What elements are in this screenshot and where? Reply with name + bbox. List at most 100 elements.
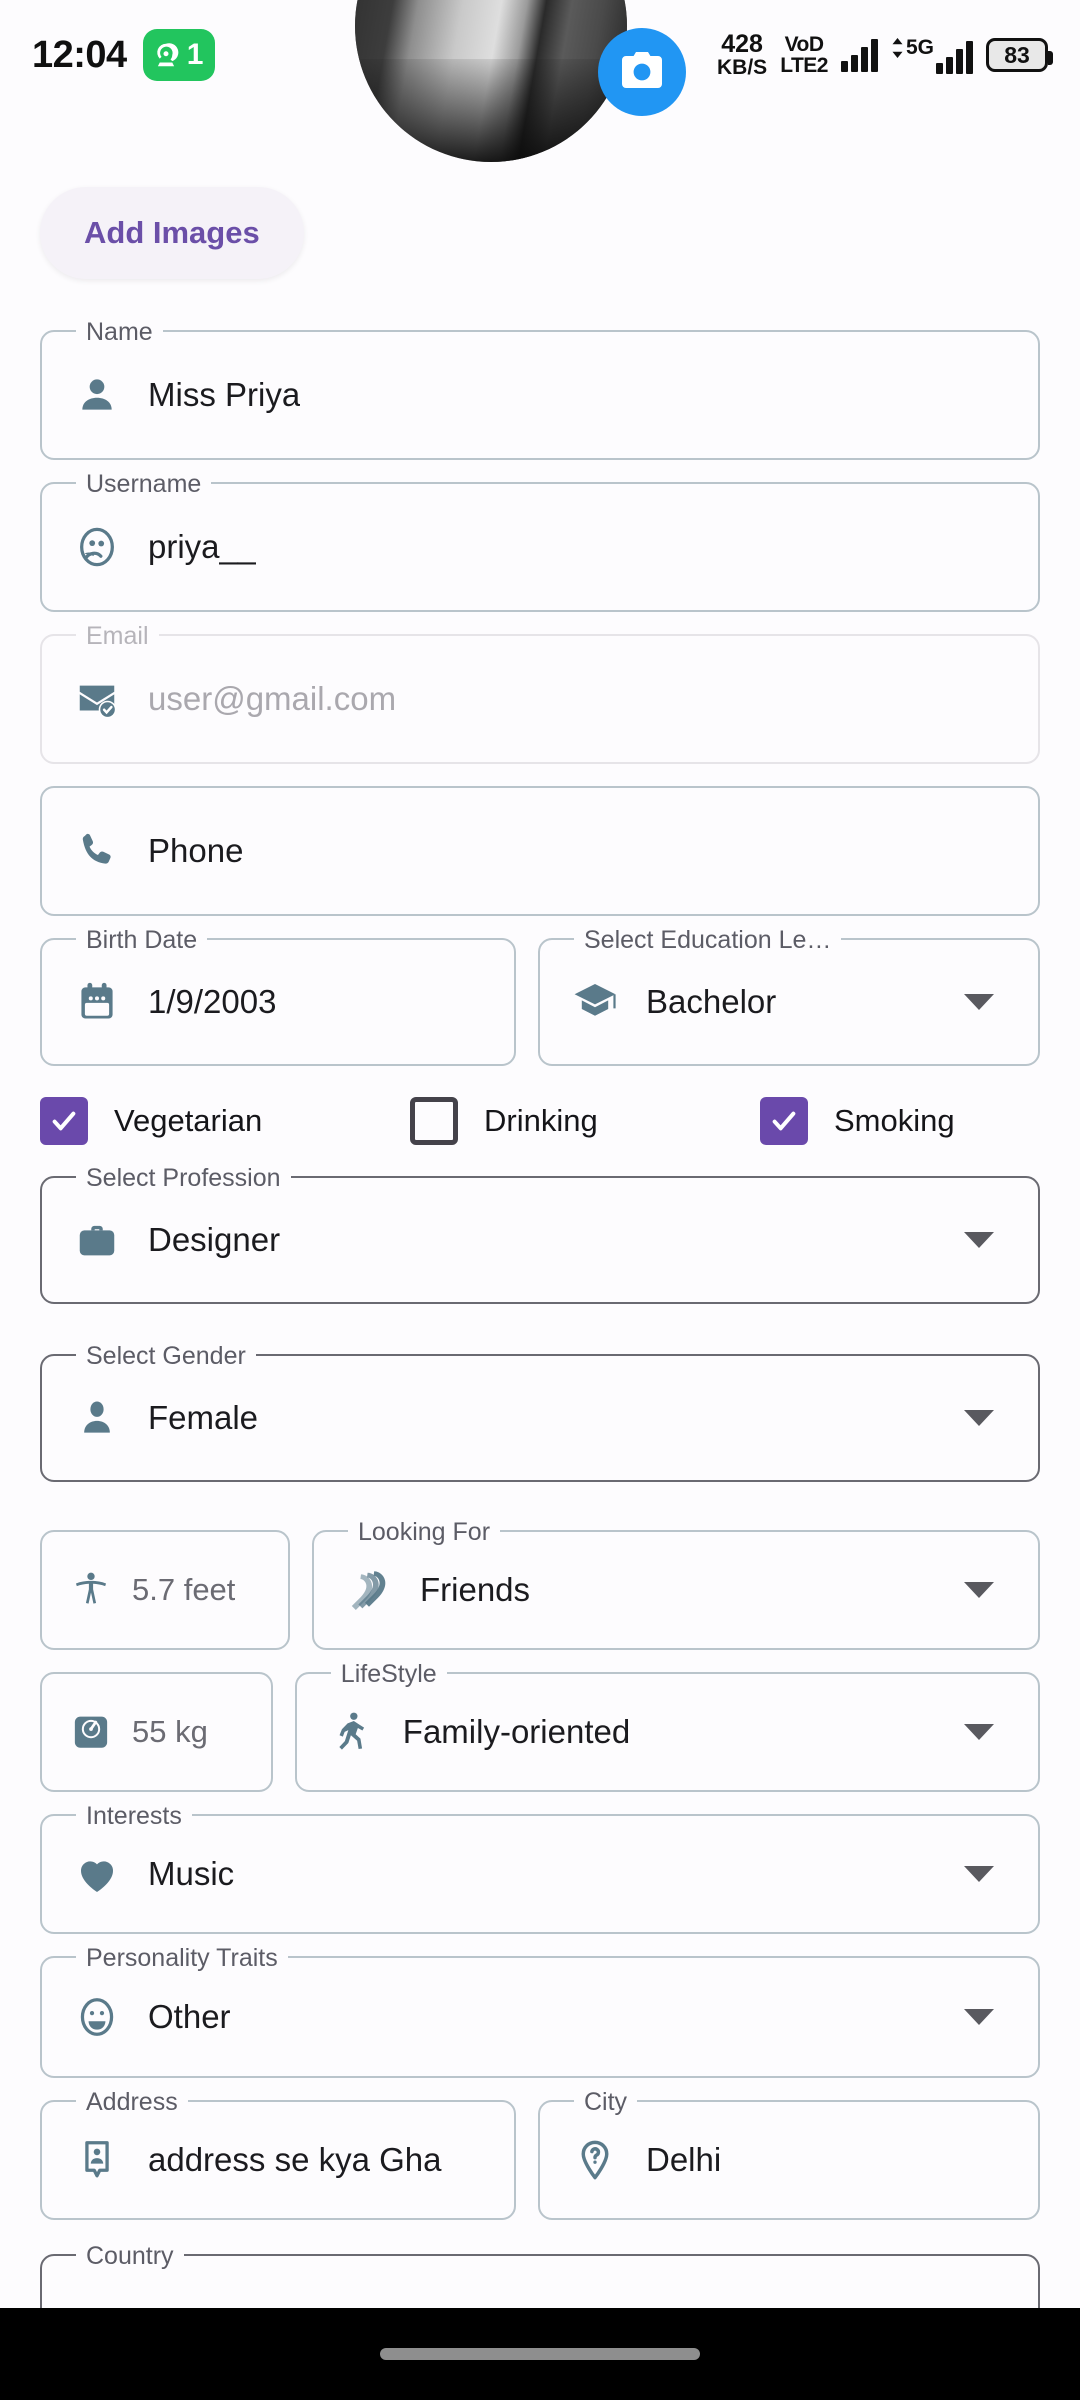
checkbox-box[interactable]	[40, 1097, 88, 1145]
email-placeholder: user@gmail.com	[148, 680, 397, 717]
interests-field[interactable]: Interests Music	[40, 1799, 1040, 1934]
signal-bars-sim1-icon	[840, 38, 878, 72]
personality-label: Personality Traits	[76, 1941, 288, 1975]
username-value: priya__	[148, 528, 257, 565]
checkbox-drinking[interactable]: Drinking	[410, 1097, 760, 1145]
gender-field[interactable]: Select Gender Female	[40, 1339, 1040, 1482]
person-icon	[68, 373, 126, 417]
volte-line-2: LTE2	[780, 54, 828, 77]
education-field[interactable]: Select Education Le… Bachelor	[538, 923, 1040, 1066]
volte-indicator: VoD LTE2	[780, 34, 828, 76]
checkbox-label: Vegetarian	[114, 1103, 263, 1138]
network-speed-value: 428	[721, 30, 763, 58]
height-value: 5.7 feet	[132, 1572, 236, 1607]
profession-value: Designer	[148, 1221, 281, 1258]
profile-edit-screen: 12:04 1 428 KB/S VoD LTE2 5G 83 Add Imag…	[0, 0, 1080, 2400]
interests-value: Music	[148, 1855, 235, 1892]
email-verified-icon	[68, 676, 126, 722]
height-field[interactable]: 5.7 feet	[40, 1530, 290, 1650]
home-gesture-pill[interactable]	[380, 2348, 700, 2360]
phone-icon	[68, 828, 126, 874]
preference-checkbox-row: Vegetarian Drinking Smoking	[40, 1066, 1040, 1176]
address-field[interactable]: Address address se kya Gha	[40, 2085, 516, 2220]
gender-label: Select Gender	[76, 1339, 256, 1373]
chevron-down-icon[interactable]	[964, 2009, 994, 2025]
avatar-photo	[355, 0, 627, 162]
checkbox-vegetarian[interactable]: Vegetarian	[40, 1097, 410, 1145]
looking-for-field[interactable]: Looking For Friends	[312, 1515, 1040, 1650]
heart-icon	[68, 1850, 126, 1898]
briefcase-icon	[68, 1217, 126, 1263]
user-badge-icon	[68, 524, 126, 570]
checkbox-box[interactable]	[410, 1097, 458, 1145]
name-value: Miss Priya	[148, 376, 301, 413]
address-pin-icon	[68, 2138, 126, 2182]
camera-button[interactable]	[598, 28, 686, 116]
chevron-down-icon[interactable]	[964, 1866, 994, 1882]
hotspot-count: 1	[186, 38, 204, 71]
camera-icon	[618, 46, 666, 99]
country-label: Country	[76, 2239, 184, 2273]
birth-date-value: 1/9/2003	[148, 983, 277, 1020]
education-label: Select Education Le…	[574, 923, 842, 957]
handshake-icon	[340, 1566, 398, 1614]
running-person-icon	[323, 1710, 381, 1754]
chevron-down-icon[interactable]	[964, 1582, 994, 1598]
lifestyle-field[interactable]: LifeStyle Family-oriented	[294, 1657, 1040, 1792]
chevron-down-icon[interactable]	[964, 994, 994, 1010]
education-value: Bachelor	[646, 983, 777, 1020]
city-label: City	[574, 2085, 638, 2119]
network-type-label: 5G	[891, 36, 934, 60]
battery-indicator: 83	[986, 38, 1053, 72]
phone-placeholder: Phone	[148, 832, 244, 869]
checkbox-label: Smoking	[834, 1103, 955, 1138]
profession-label: Select Profession	[76, 1161, 291, 1195]
weight-lifestyle-row: 55 kg LifeStyle Family-oriented	[40, 1657, 1040, 1792]
person-icon	[68, 1396, 126, 1440]
network-type-text: 5G	[905, 36, 934, 59]
username-label: Username	[76, 467, 212, 501]
birth-date-field[interactable]: Birth Date 1/9/2003	[40, 923, 516, 1066]
smiley-face-icon	[68, 1994, 126, 2040]
weight-field[interactable]: 55 kg	[40, 1672, 273, 1792]
status-bar-left: 12:04 1	[32, 29, 216, 81]
phone-field[interactable]: Phone	[40, 786, 1040, 916]
status-bar-right: 428 KB/S VoD LTE2 5G 83	[717, 30, 1053, 79]
username-field[interactable]: Username priya__	[40, 467, 1040, 612]
address-label: Address	[76, 2085, 188, 2119]
personality-field[interactable]: Personality Traits Other	[40, 1941, 1040, 2078]
network-speed-unit: KB/S	[717, 56, 768, 79]
system-navigation-bar	[0, 2308, 1080, 2400]
looking-for-value: Friends	[420, 1571, 531, 1608]
city-value: Delhi	[646, 2141, 722, 2178]
name-field[interactable]: Name Miss Priya	[40, 315, 1040, 460]
hotspot-indicator: 1	[142, 29, 216, 81]
height-lookingfor-row: 5.7 feet Looking For Friends	[40, 1515, 1040, 1650]
volte-line-1: VoD	[784, 33, 824, 56]
personality-value: Other	[148, 1998, 231, 2035]
weight-scale-icon	[62, 1710, 120, 1754]
checkbox-box[interactable]	[760, 1097, 808, 1145]
chevron-down-icon[interactable]	[964, 1410, 994, 1426]
email-label: Email	[76, 619, 159, 653]
profession-field[interactable]: Select Profession Designer	[40, 1161, 1040, 1304]
email-field[interactable]: Email user@gmail.com	[40, 619, 1040, 764]
name-label: Name	[76, 315, 163, 349]
add-images-button[interactable]: Add Images	[40, 187, 304, 279]
weight-value: 55 kg	[132, 1714, 208, 1749]
city-field[interactable]: City Delhi	[538, 2085, 1040, 2220]
chevron-down-icon[interactable]	[964, 1232, 994, 1248]
calendar-icon	[68, 980, 126, 1024]
checkbox-smoking[interactable]: Smoking	[760, 1097, 955, 1145]
gender-value: Female	[148, 1399, 259, 1436]
looking-for-label: Looking For	[348, 1515, 501, 1549]
status-clock: 12:04	[32, 33, 127, 76]
hotspot-icon	[151, 40, 181, 70]
checkbox-label: Drinking	[484, 1103, 598, 1138]
avatar[interactable]	[355, 0, 627, 162]
signal-bars-sim2-icon: 5G	[891, 36, 973, 74]
location-question-icon	[566, 2138, 624, 2182]
lifestyle-label: LifeStyle	[330, 1657, 447, 1691]
chevron-down-icon[interactable]	[964, 1724, 994, 1740]
interests-label: Interests	[76, 1799, 192, 1833]
